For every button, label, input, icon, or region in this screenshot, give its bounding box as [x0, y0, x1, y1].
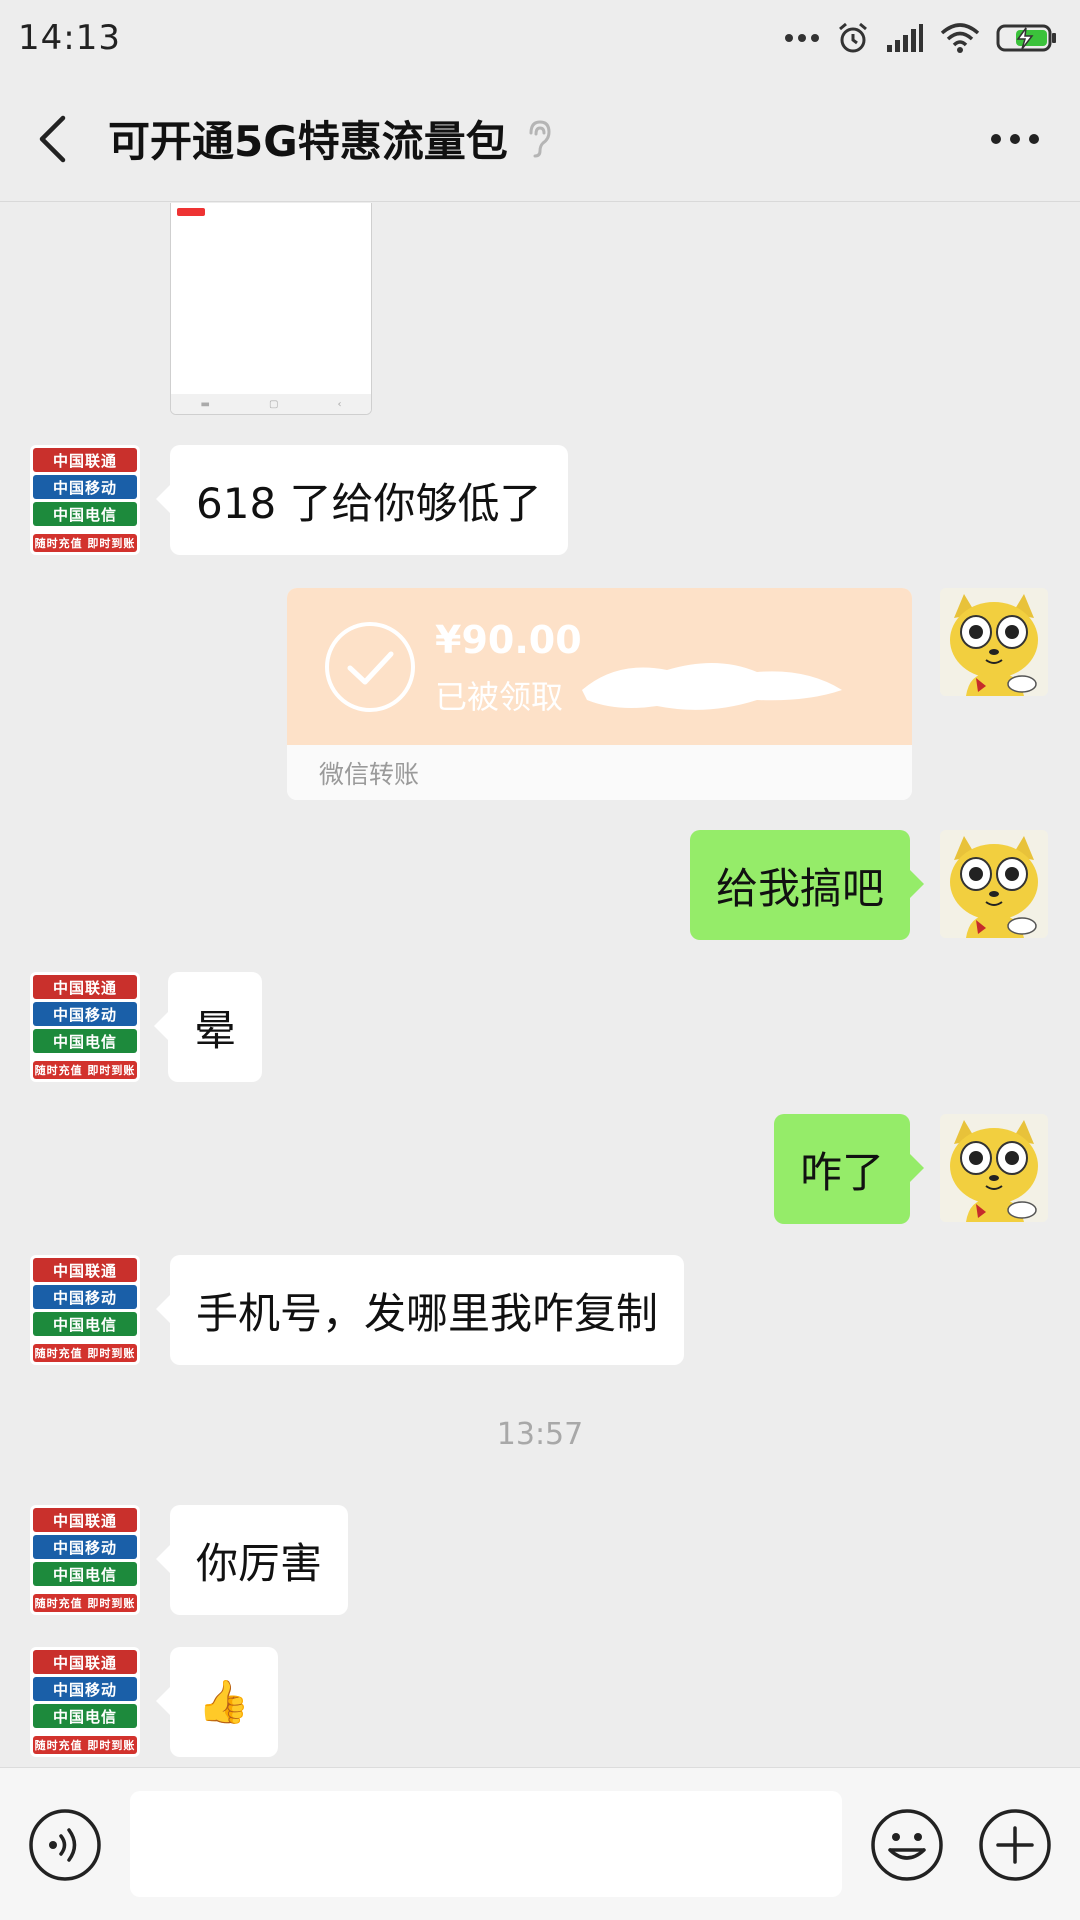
more-notifications-icon	[785, 34, 819, 42]
message-timestamp: 13:57	[496, 1417, 584, 1452]
status-bar: 14:13	[0, 0, 1080, 76]
status-icons	[784, 21, 1058, 55]
message-bubble-incoming[interactable]: 👍	[156, 1647, 278, 1757]
chat-header: 可开通5G特惠流量包	[0, 76, 1080, 202]
back-button[interactable]	[0, 76, 104, 202]
voice-button[interactable]	[28, 1808, 102, 1886]
my-avatar[interactable]	[940, 1114, 1048, 1222]
image-thumbnail-navbar: ▬ ▢ ‹	[171, 394, 371, 414]
status-time: 14:13	[18, 18, 121, 58]
contact-avatar[interactable]: 中国联通 中国移动 中国电信 随时充值 即时到账	[30, 972, 140, 1082]
image-thumbnail-mark	[177, 208, 205, 216]
chat-title: 可开通5G特惠流量包	[108, 117, 508, 166]
avatar-tag: 随时充值 即时到账	[33, 1061, 137, 1079]
avatar-line3: 中国电信	[33, 1312, 137, 1336]
alarm-icon	[839, 22, 867, 53]
plus-icon	[979, 1809, 1051, 1881]
input-bar	[0, 1767, 1080, 1920]
avatar-tag: 随时充值 即时到账	[33, 1344, 137, 1362]
check-circle-icon	[325, 622, 415, 712]
avatar-tag: 随时充值 即时到账	[33, 1594, 137, 1612]
transfer-status: 已被领取	[435, 678, 564, 716]
avatar-line1: 中国联通	[33, 448, 137, 472]
avatar-line3: 中国电信	[33, 1704, 137, 1728]
emoji-button[interactable]	[870, 1808, 944, 1886]
thumbs-up-emoji: 👍	[197, 1677, 251, 1726]
signal-icon	[887, 24, 923, 52]
avatar-line1: 中国联通	[33, 975, 137, 999]
transfer-card[interactable]: ¥90.00 已被领取 微信转账	[287, 588, 912, 800]
transfer-footer: 微信转账	[287, 745, 912, 800]
image-message[interactable]: ▬ ▢ ‹	[170, 203, 372, 415]
chat-messages[interactable]: ▬ ▢ ‹ 中国联通 中国移动 中国电信 随时充值 即时到账 618 了给你够低了	[0, 203, 1080, 1767]
contact-avatar[interactable]: 中国联通 中国移动 中国电信 随时充值 即时到账	[30, 1255, 140, 1365]
back-arrow-icon	[39, 115, 66, 162]
avatar-tag: 随时充值 即时到账	[33, 534, 137, 552]
message-bubble-outgoing[interactable]: 咋了	[773, 1114, 925, 1224]
avatar-line1: 中国联通	[33, 1258, 137, 1282]
contact-avatar[interactable]: 中国联通 中国移动 中国电信 随时充值 即时到账	[30, 1647, 140, 1757]
message-bubble-incoming[interactable]: 你厉害	[155, 1505, 349, 1615]
ear-icon	[526, 119, 552, 159]
avatar-line3: 中国电信	[33, 1562, 137, 1586]
voice-icon	[29, 1809, 101, 1881]
avatar-line1: 中国联通	[33, 1508, 137, 1532]
avatar-line2: 中国移动	[33, 1285, 137, 1309]
avatar-line3: 中国电信	[33, 502, 137, 526]
transfer-card-body: ¥90.00 已被领取 微信转账	[287, 588, 912, 800]
battery-icon	[996, 24, 1056, 52]
plus-button[interactable]	[978, 1808, 1052, 1886]
message-bubble-outgoing[interactable]: 给我搞吧	[689, 830, 925, 940]
nav-square-glyph: ▢	[269, 398, 279, 410]
message-bubble-incoming[interactable]: 手机号，发哪里我咋复制	[155, 1255, 685, 1365]
avatar-line2: 中国移动	[33, 1677, 137, 1701]
more-dots-icon	[991, 134, 1039, 144]
my-avatar[interactable]	[940, 830, 1048, 938]
my-avatar[interactable]	[940, 588, 1048, 696]
nav-home-glyph: ▬	[200, 398, 210, 410]
emoji-icon	[871, 1809, 943, 1881]
avatar-line2: 中国移动	[33, 475, 137, 499]
contact-avatar[interactable]: 中国联通 中国移动 中国电信 随时充值 即时到账	[30, 445, 140, 555]
avatar-line2: 中国移动	[33, 1002, 137, 1026]
avatar-line2: 中国移动	[33, 1535, 137, 1559]
nav-back-glyph: ‹	[337, 398, 342, 410]
message-bubble-incoming[interactable]: 618 了给你够低了	[156, 445, 568, 555]
wifi-icon	[940, 23, 980, 53]
transfer-amount: ¥90.00	[435, 618, 582, 662]
message-input[interactable]	[130, 1791, 842, 1897]
avatar-line1: 中国联通	[33, 1650, 137, 1674]
more-button[interactable]	[990, 76, 1040, 202]
transfer-card-top: ¥90.00 已被领取	[287, 588, 912, 745]
avatar-line3: 中国电信	[33, 1029, 137, 1053]
message-bubble-incoming[interactable]: 晕	[153, 972, 263, 1082]
avatar-tag: 随时充值 即时到账	[33, 1736, 137, 1754]
redaction-scribble	[582, 662, 842, 710]
contact-avatar[interactable]: 中国联通 中国移动 中国电信 随时充值 即时到账	[30, 1505, 140, 1615]
